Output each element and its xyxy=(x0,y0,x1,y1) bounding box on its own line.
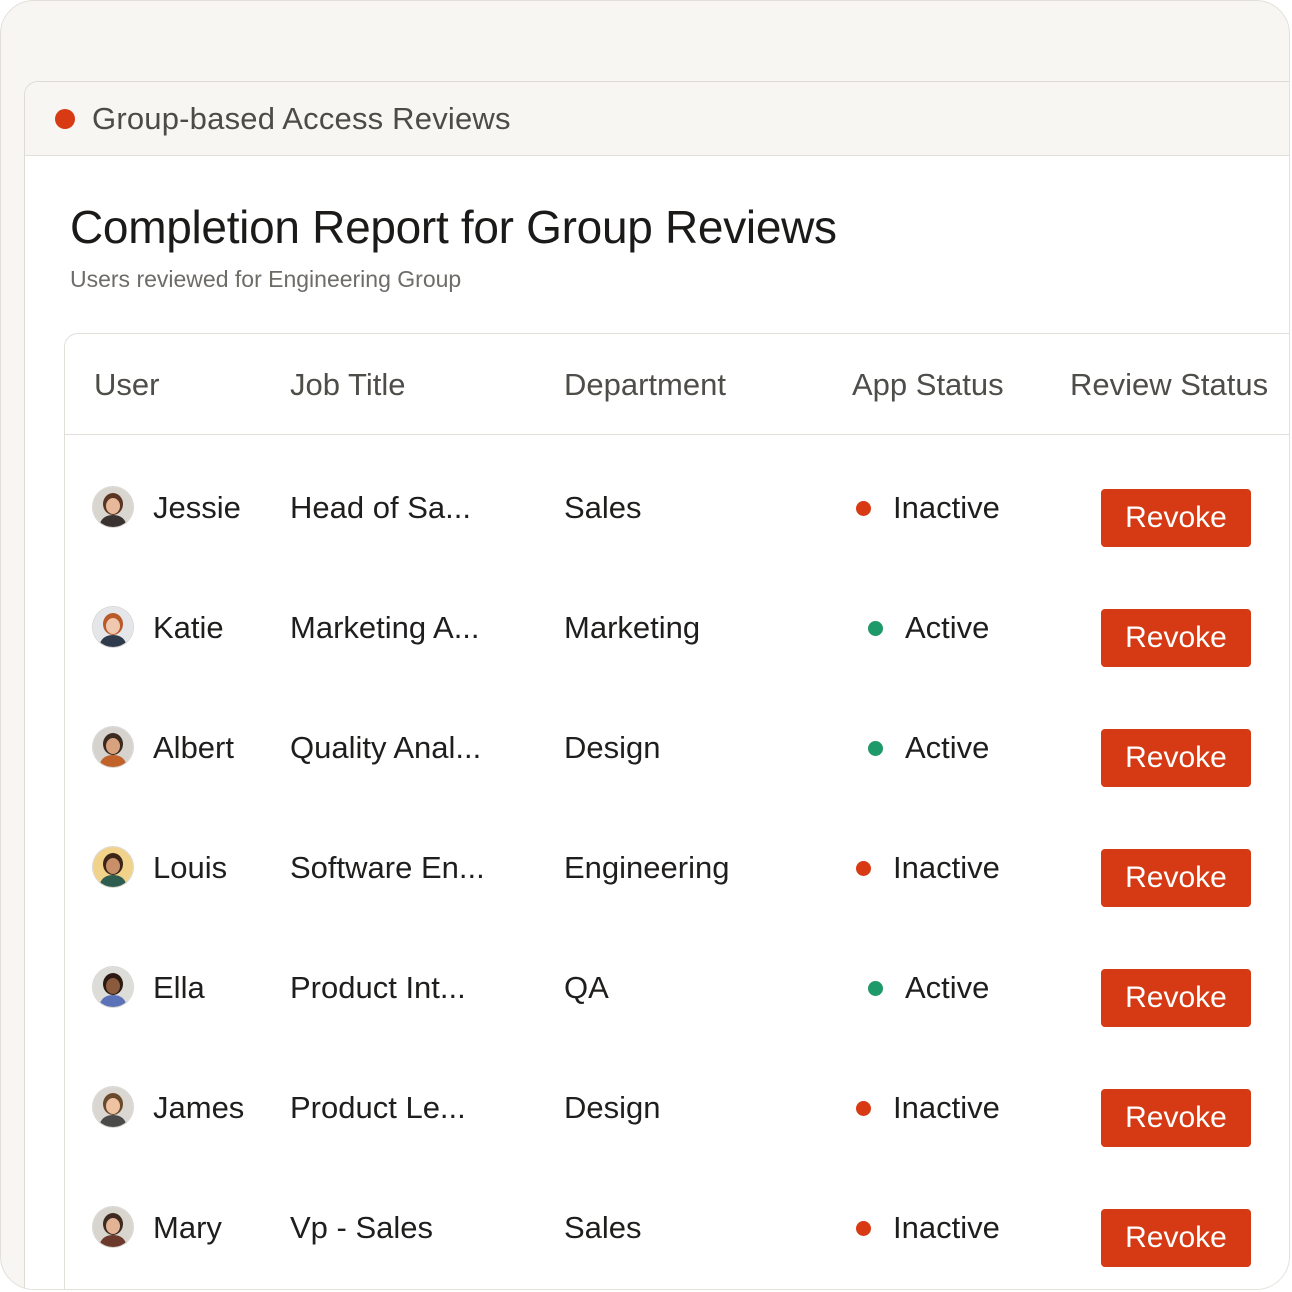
revoke-button[interactable]: Revoke xyxy=(1101,849,1251,907)
column-header-user: User xyxy=(94,367,160,402)
job-title: Marketing A... xyxy=(290,610,480,645)
app-status: Inactive xyxy=(856,850,1000,886)
app-status-label: Inactive xyxy=(893,850,1000,885)
job-title: Vp - Sales xyxy=(290,1210,434,1245)
revoke-button[interactable]: Revoke xyxy=(1101,729,1251,787)
app-frame: Group-based Access Reviews Completion Re… xyxy=(0,0,1290,1290)
department: Design xyxy=(564,730,661,765)
user-name: Albert xyxy=(153,730,234,765)
table-row: Louis Software En... Engineering Inactiv… xyxy=(65,795,1289,915)
table-row: Mary Vp - Sales Sales Inactive Revoke xyxy=(65,1155,1289,1275)
user-name: Katie xyxy=(153,610,224,645)
page-subtitle: Users reviewed for Engineering Group xyxy=(70,266,462,292)
app-status: Active xyxy=(868,610,989,646)
review-window: Group-based Access Reviews Completion Re… xyxy=(24,81,1289,1289)
table-row: Ella Product Int... QA Active Revoke xyxy=(65,915,1289,1035)
revoke-button[interactable]: Revoke xyxy=(1101,489,1251,547)
window-title: Group-based Access Reviews xyxy=(92,100,511,136)
avatar xyxy=(93,1087,133,1127)
revoke-button[interactable]: Revoke xyxy=(1101,1089,1251,1147)
job-title: Product Int... xyxy=(290,970,466,1005)
window-titlebar: Group-based Access Reviews xyxy=(25,82,1289,156)
department: QA xyxy=(564,970,609,1005)
user-name: Mary xyxy=(153,1210,222,1245)
avatar xyxy=(93,487,133,527)
status-dot-icon xyxy=(868,620,883,636)
status-dot-icon xyxy=(868,980,883,996)
app-status: Inactive xyxy=(856,490,1000,526)
table-row: James Product Le... Design Inactive Revo… xyxy=(65,1035,1289,1155)
status-dot-icon xyxy=(55,108,75,129)
revoke-button[interactable]: Revoke xyxy=(1101,969,1251,1027)
status-dot-icon xyxy=(856,860,871,876)
avatar xyxy=(93,607,133,647)
user-name: Ella xyxy=(153,970,205,1005)
department: Design xyxy=(564,1090,661,1125)
table-body: Jessie Head of Sa... Sales Inactive Revo… xyxy=(65,435,1289,1275)
avatar xyxy=(93,847,133,887)
user-name: James xyxy=(153,1090,245,1125)
app-status: Inactive xyxy=(856,1210,1000,1246)
avatar xyxy=(93,967,133,1007)
avatar xyxy=(93,727,133,767)
status-dot-icon xyxy=(868,740,883,756)
users-table: User Job Title Department App Status Rev… xyxy=(64,333,1289,1289)
app-status-label: Inactive xyxy=(893,490,1000,525)
department: Sales xyxy=(564,490,642,525)
job-title: Head of Sa... xyxy=(290,490,471,525)
avatar xyxy=(93,1207,133,1247)
column-header-review-status: Review Status xyxy=(1070,367,1269,402)
status-dot-icon xyxy=(856,1100,871,1116)
table-header: User Job Title Department App Status Rev… xyxy=(65,334,1289,435)
department: Marketing xyxy=(564,610,701,645)
table-row: Albert Quality Anal... Design Active Rev… xyxy=(65,675,1289,795)
status-dot-icon xyxy=(856,1220,871,1236)
table-row: Katie Marketing A... Marketing Active Re… xyxy=(65,555,1289,675)
page-title: Completion Report for Group Reviews xyxy=(70,201,837,253)
app-status-label: Active xyxy=(905,970,990,1005)
app-status: Inactive xyxy=(856,1090,1000,1126)
app-status-label: Inactive xyxy=(893,1210,1000,1245)
app-status-label: Active xyxy=(905,730,990,765)
job-title: Software En... xyxy=(290,850,485,885)
column-header-department: Department xyxy=(564,367,726,402)
revoke-button[interactable]: Revoke xyxy=(1101,1209,1251,1267)
job-title: Quality Anal... xyxy=(290,730,482,765)
user-name: Louis xyxy=(153,850,228,885)
revoke-button[interactable]: Revoke xyxy=(1101,609,1251,667)
department: Engineering xyxy=(564,850,730,885)
app-status: Active xyxy=(868,730,989,766)
column-header-job-title: Job Title xyxy=(290,367,406,402)
app-status: Active xyxy=(868,970,989,1006)
app-status-label: Active xyxy=(905,610,990,645)
table-row: Jessie Head of Sa... Sales Inactive Revo… xyxy=(65,435,1289,555)
column-header-app-status: App Status xyxy=(852,367,1004,402)
department: Sales xyxy=(564,1210,642,1245)
status-dot-icon xyxy=(856,500,871,516)
user-name: Jessie xyxy=(153,490,241,525)
job-title: Product Le... xyxy=(290,1090,466,1125)
app-status-label: Inactive xyxy=(893,1090,1000,1125)
